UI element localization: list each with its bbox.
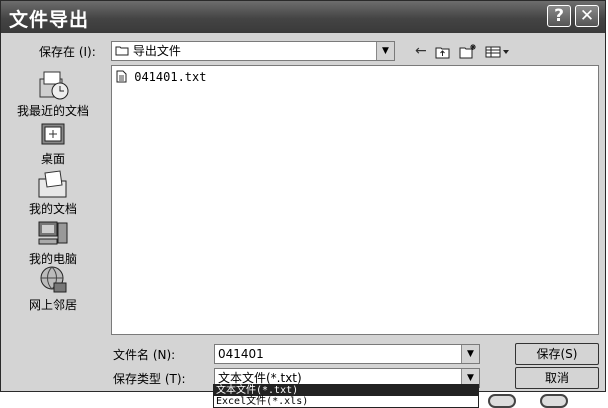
text-file-icon xyxy=(116,70,127,83)
close-button[interactable]: ✕ xyxy=(575,5,599,27)
save-type-option[interactable]: Excel文件(*.xls) xyxy=(214,396,478,407)
title-bar[interactable]: 文件导出 ? ✕ xyxy=(1,1,605,33)
place-my-computer[interactable]: 我的电脑 xyxy=(5,219,101,267)
place-my-documents-label: 我的文档 xyxy=(28,202,77,216)
save-button[interactable]: 保存(S) xyxy=(515,343,599,365)
chevron-down-icon[interactable]: ▼ xyxy=(461,345,479,363)
my-documents-icon xyxy=(38,170,67,198)
file-name-label: 文件名 (N): xyxy=(113,348,176,362)
file-name-value: 041401 xyxy=(218,347,264,361)
dialog-title: 文件导出 xyxy=(9,9,90,31)
help-button[interactable]: ? xyxy=(547,5,571,27)
chevron-down-icon[interactable]: ▼ xyxy=(376,42,394,60)
file-export-dialog: 文件导出 ? ✕ 保存在 (I): 导出文件 ▼ ← 我最近的文档 桌面 我的文… xyxy=(0,0,606,392)
desktop-icon xyxy=(41,123,65,145)
place-my-computer-label: 我的电脑 xyxy=(28,252,77,266)
place-desktop-label: 桌面 xyxy=(40,152,65,166)
file-name-input[interactable]: 041401 ▼ xyxy=(214,344,480,364)
save-in-combo[interactable]: 导出文件 ▼ xyxy=(111,41,395,61)
folder-icon xyxy=(115,46,129,56)
place-network[interactable]: 网上邻居 xyxy=(5,265,101,313)
new-folder-icon[interactable] xyxy=(459,43,477,59)
network-places-icon xyxy=(40,266,67,293)
save-type-label: 保存类型 (T): xyxy=(113,372,186,386)
file-list[interactable]: 041401.txt xyxy=(111,65,599,335)
save-in-value: 导出文件 xyxy=(132,44,181,58)
back-arrow-icon[interactable]: ← xyxy=(415,43,427,59)
save-in-label: 保存在 (I): xyxy=(39,45,96,59)
save-type-value: 文本文件(*.txt) xyxy=(218,371,302,385)
place-desktop[interactable]: 桌面 xyxy=(5,121,101,167)
background-control-icon xyxy=(488,394,516,408)
place-my-documents[interactable]: 我的文档 xyxy=(5,169,101,217)
save-type-dropdown-list: 文本文件(*.txt) Excel文件(*.xls) xyxy=(213,384,479,408)
my-computer-icon xyxy=(38,221,68,245)
save-type-option[interactable]: 文本文件(*.txt) xyxy=(214,385,478,396)
place-network-label: 网上邻居 xyxy=(28,298,77,312)
places-bar: 我最近的文档 桌面 我的文档 我的电脑 网上邻居 xyxy=(5,63,101,335)
place-recent-label: 我最近的文档 xyxy=(16,104,89,118)
recent-documents-icon xyxy=(39,71,69,100)
list-item[interactable]: 041401.txt xyxy=(116,70,206,84)
up-folder-icon[interactable] xyxy=(435,45,451,59)
view-menu-icon[interactable] xyxy=(485,46,511,58)
cancel-button[interactable]: 取消 xyxy=(515,367,599,389)
place-recent[interactable]: 我最近的文档 xyxy=(5,69,101,119)
background-control-icon xyxy=(540,394,568,408)
file-name: 041401.txt xyxy=(134,70,207,84)
